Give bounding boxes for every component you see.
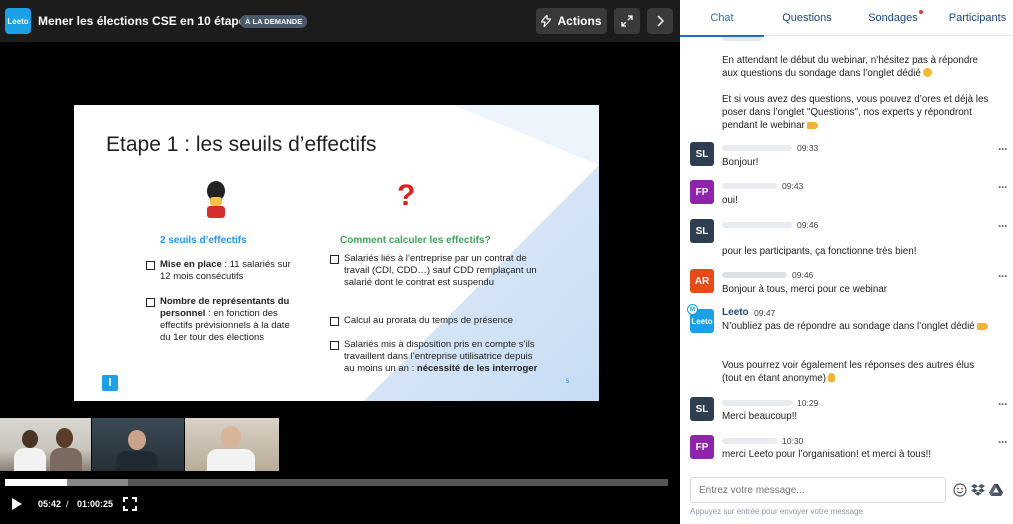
presentation-slide: Etape 1 : les seuils d’effectifs ? 2 seu… [74,105,599,401]
more-options-icon[interactable]: ··· [998,397,1008,411]
more-options-icon[interactable]: ··· [998,435,1008,449]
pointing-hand-emoji-icon [806,122,818,129]
slide-logo: l [102,375,118,391]
avatar: FP [690,180,714,204]
person-body [116,451,158,471]
message-text: Et si vous avez des questions, vous pouv… [722,94,989,131]
notification-dot [919,10,923,14]
message-time: 09:46 [792,270,814,280]
slide-bullet: Salariés mis à disposition pris en compt… [330,339,538,374]
actions-button[interactable]: Actions [536,8,607,34]
time-separator: / [66,499,69,509]
input-hint: Appuyez sur entrée pour envoyer votre me… [690,507,863,516]
dropbox-icon[interactable] [971,483,985,497]
webcam-tile[interactable] [0,418,91,471]
tab-sondages[interactable]: Sondages [852,0,934,36]
blurred-author [722,222,792,228]
tab-questions[interactable]: Questions [768,0,846,36]
moderator-badge: M [687,304,698,315]
message-text: En attendant le début du webinar, n’hési… [722,55,978,79]
slide-bullet: Mise en place : 11 salariés sur 12 mois … [146,259,300,283]
play-icon[interactable] [11,497,23,511]
blurred-author [722,272,787,278]
person-head [56,428,73,448]
chevron-right-icon [657,15,664,27]
message-text: merci Leeto pour l’organisation! et merc… [722,449,932,460]
message-text: pour les participants, ça fonctionne trè… [722,246,917,257]
more-options-icon[interactable]: ··· [998,269,1008,283]
blurred-author [722,183,777,189]
slide-bullet: Calcul au prorata du temps de présence [330,315,539,327]
person-body [50,448,82,471]
message-text: Vous pourrez voir également les réponses… [722,360,975,384]
avatar: SL [690,142,714,166]
chat-messages[interactable]: En attendant le début du webinar, n’hési… [680,37,1013,464]
google-drive-icon[interactable] [989,483,1003,497]
duration-time: 01:00:25 [77,499,114,509]
current-time: 05:42 [38,499,62,509]
message-input[interactable] [690,477,946,503]
avatar: FP [690,435,714,459]
message-time: 10:29 [797,398,819,408]
more-options-icon[interactable]: ··· [998,219,1008,233]
message-time: 09:43 [782,181,804,191]
smile-emoji-icon [922,68,932,77]
slide-bullet: Salariés liés à l’entreprise par un cont… [330,253,539,289]
emoji-icon[interactable] [953,483,967,497]
webcam-tile[interactable] [92,418,184,471]
tab-sondages-label: Sondages [868,12,918,24]
col2-heading: Comment calculer les effectifs? [340,235,491,246]
expand-icon [621,15,633,27]
person-head [22,430,38,448]
avatar: SL [690,219,714,243]
panel-tabs: Chat Questions Sondages Participants [680,0,1013,37]
more-options-icon[interactable]: ··· [998,180,1008,194]
question-mark-icon: ? [397,179,416,212]
lightning-icon [541,15,552,27]
tab-participants[interactable]: Participants [942,0,1013,36]
person-body [14,448,46,471]
blurred-author [722,145,792,151]
message-text: Merci beaucoup!! [722,411,798,422]
message-text: Bonjour! [722,157,759,168]
message-time: 09:46 [797,220,819,230]
side-panel: Chat Questions Sondages Participants En … [680,0,1013,524]
slide-title: Etape 1 : les seuils d’effectifs [106,133,377,156]
player-top-bar: Leeto Mener les élections CSE en 10 étap… [0,0,680,42]
tab-chat[interactable]: Chat [680,0,764,37]
app-window: Leeto Mener les élections CSE en 10 étap… [0,0,1013,524]
message-text: N’oubliez pas de répondre au sondage dan… [722,320,994,333]
progress-fill [5,479,68,486]
avatar: SL [690,397,714,421]
message-text: oui! [722,195,738,206]
slide-bullet: Nombre de représentants du personnel : e… [146,296,300,344]
message-text: Bonjour à tous, merci pour ce webinar [722,284,887,295]
fullscreen-icon[interactable] [123,497,137,511]
on-demand-badge: À LA DEMANDE [240,15,308,28]
ok-hand-emoji-icon [828,373,836,382]
pointing-hand-emoji-icon [976,323,988,330]
person-head [221,426,241,448]
guard-emoji-icon [207,181,225,218]
more-options-icon[interactable]: ··· [998,142,1008,156]
leeto-logo: Leeto [5,8,31,34]
actions-label: Actions [557,14,602,28]
col1-heading: 2 seuils d’effectifs [160,235,247,246]
person-body [207,449,255,471]
webcam-tile[interactable] [185,418,279,471]
expand-button[interactable] [614,8,640,34]
message-time: 09:33 [797,143,819,153]
progress-bar[interactable] [5,479,668,486]
collapse-panel-button[interactable] [647,8,673,34]
blurred-text [722,37,762,41]
avatar: AR [690,269,714,293]
message-author: Leeto [722,307,749,318]
video-player: Leeto Mener les élections CSE en 10 étap… [0,0,680,524]
blurred-author [722,438,777,444]
message-time: 10:30 [782,436,804,446]
slide-page-number: 5 [566,379,570,385]
person-head [128,430,146,450]
blurred-author [722,400,792,406]
message-time: 09:47 [754,308,776,318]
